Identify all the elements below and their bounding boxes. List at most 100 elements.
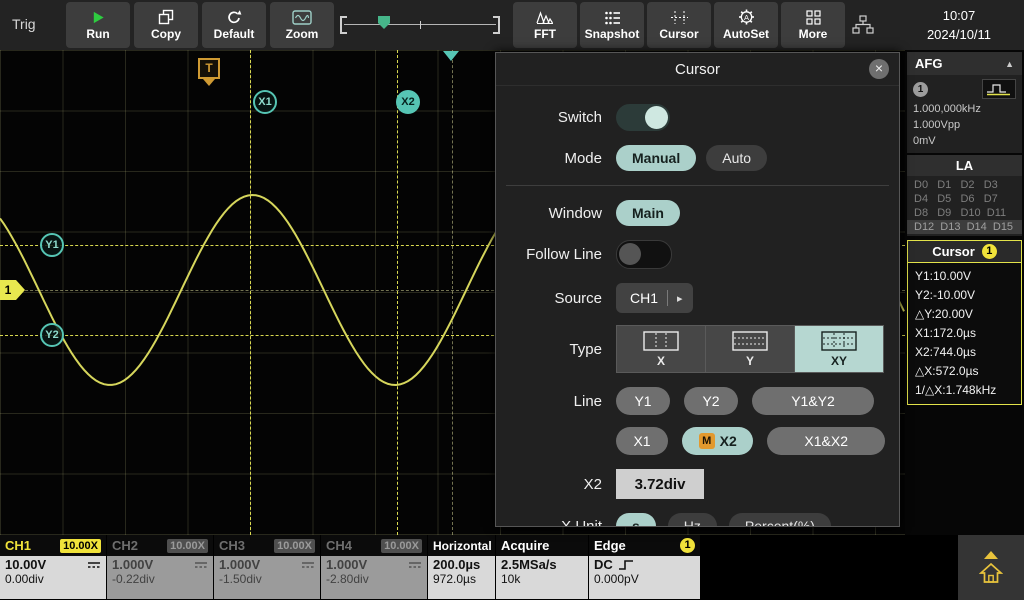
trigger-marker-tag[interactable]: T (198, 58, 220, 79)
switch-row: Switch (496, 104, 899, 131)
source-divider (667, 290, 668, 306)
line-y1-button[interactable]: Y1 (616, 387, 670, 415)
type-label: Type (496, 341, 616, 358)
type-x-label: X (657, 354, 665, 368)
cursor-y2-handle[interactable]: Y2 (40, 323, 64, 347)
afg-panel[interactable]: AFG ▲ 1 1.000,000kHz 1.000Vpp 0mV (907, 52, 1022, 153)
line-x1-button[interactable]: X1 (616, 427, 668, 455)
home-button[interactable] (958, 535, 1024, 600)
horizontal-position-ruler[interactable] (340, 13, 500, 37)
cursor-y1-handle[interactable]: Y1 (40, 233, 64, 257)
trigger-box[interactable]: Edge 1 DC 0.000pV (589, 535, 700, 599)
cursor-x1-line[interactable] (250, 50, 251, 535)
type-x-icon (643, 331, 679, 351)
cursor-x2-line[interactable] (397, 50, 398, 535)
run-button[interactable]: Run (66, 2, 130, 48)
acquire-box[interactable]: Acquire 2.5MSa/s 10k (496, 535, 588, 599)
zoom-button[interactable]: Zoom (270, 2, 334, 48)
type-x-button[interactable]: X (617, 326, 705, 372)
window-row: Window Main (496, 200, 899, 226)
x2-value-label: X2 (496, 476, 616, 493)
cursor-type-group: X Y XY (616, 325, 884, 373)
cursor-readout-header[interactable]: Cursor 1 (908, 241, 1021, 263)
default-button[interactable]: Default (202, 2, 266, 48)
cursor-label: Cursor (659, 27, 698, 41)
afg-title: AFG (915, 56, 942, 71)
ch1-ground-marker[interactable]: 1 (0, 280, 16, 300)
ch1-position: 0.00div (5, 572, 101, 586)
type-y-button[interactable]: Y (706, 326, 794, 372)
ch2-box[interactable]: CH2 10.00X 1.000V -0.22div (107, 535, 213, 599)
x2-value-input[interactable]: 3.72div (616, 469, 704, 499)
more-button[interactable]: More (781, 2, 845, 48)
copy-label: Copy (151, 27, 181, 41)
cursor-dialog-titlebar: Cursor × (496, 53, 899, 86)
horizontal-timebase: 200.0µs (433, 557, 490, 572)
readout-x1: X1:172.0µs (915, 324, 1014, 343)
type-xy-button[interactable]: XY (795, 326, 883, 372)
line-x1x2-button[interactable]: X1&X2 (767, 427, 885, 455)
ch1-scale: 10.00V (5, 557, 46, 572)
x-unit-hz-button[interactable]: Hz (668, 513, 717, 527)
y1-handle-label: Y1 (45, 239, 58, 251)
afg-pulse-thumbnail (982, 79, 1016, 99)
ch4-scale: 1.000V (326, 557, 367, 572)
ch4-name: CH4 (326, 538, 352, 553)
ch1-dc-coupling-icon (87, 560, 101, 570)
mode-row: Mode Manual Auto (496, 145, 899, 171)
readout-y1: Y1:10.00V (915, 267, 1014, 286)
svg-text:A: A (743, 13, 748, 22)
x-unit-percent-button[interactable]: Percent(%) (729, 513, 831, 527)
cursor-dialog: Cursor × Switch Mode Manual Auto Window … (495, 52, 900, 527)
x-unit-s-button[interactable]: s (616, 513, 656, 527)
cursor-button[interactable]: Cursor (647, 2, 711, 48)
la-panel[interactable]: LA D0 D1 D2 D3 D4 D5 D6 D7 D8 D9 D10 D11… (907, 155, 1022, 236)
follow-line-toggle[interactable] (616, 240, 672, 269)
line-x2-button[interactable]: M X2 (682, 427, 753, 455)
ch4-position: -2.80div (326, 572, 422, 586)
line-y1y2-button[interactable]: Y1&Y2 (752, 387, 874, 415)
ch1-box[interactable]: CH1 10.00X 10.00V 0.00div (0, 535, 106, 599)
trigger-position-marker[interactable] (378, 16, 390, 23)
type-row: Type X Y XY (496, 325, 899, 373)
horizontal-box[interactable]: Horizontal 200.0µs 972.0µs (428, 535, 495, 599)
cursor-x1-handle[interactable]: X1 (253, 90, 277, 114)
network-topology-icon[interactable] (852, 15, 874, 35)
mode-manual-button[interactable]: Manual (616, 145, 696, 171)
mode-auto-button[interactable]: Auto (706, 145, 767, 171)
ch3-scale: 1.000V (219, 557, 260, 572)
copy-button[interactable]: Copy (134, 2, 198, 48)
cursor-switch-toggle[interactable] (616, 104, 670, 131)
autoset-button[interactable]: A AutoSet (714, 2, 778, 48)
fft-label: FFT (534, 27, 556, 41)
la-body: D0 D1 D2 D3 D4 D5 D6 D7 D8 D9 D10 D11 D1… (907, 176, 1022, 236)
afg-offset: 0mV (913, 133, 1016, 149)
la-row-d12-d15: D12 D13 D14 D15 (907, 220, 1022, 234)
chevron-up-icon (984, 551, 998, 559)
ch4-box[interactable]: CH4 10.00X 1.000V -2.80div (321, 535, 427, 599)
autoset-label: AutoSet (723, 27, 769, 41)
trigger-time-marker[interactable] (443, 51, 459, 61)
cursor-readout-panel[interactable]: Cursor 1 Y1:10.00V Y2:-10.00V △Y:20.00V … (907, 240, 1022, 405)
ch3-box[interactable]: CH3 10.00X 1.000V -1.50div (214, 535, 320, 599)
ch4-probe-badge: 10.00X (381, 539, 422, 553)
cursor-x2-handle[interactable]: X2 (396, 90, 420, 114)
cursor-readout-title: Cursor (932, 244, 975, 259)
close-icon[interactable]: × (869, 59, 889, 79)
afg-collapse-icon[interactable]: ▲ (1005, 59, 1014, 69)
fft-button[interactable]: FFT (513, 2, 577, 48)
source-select[interactable]: CH1 ▸ (616, 283, 693, 313)
copy-icon (158, 9, 174, 25)
line-y2-button[interactable]: Y2 (684, 387, 738, 415)
window-main-button[interactable]: Main (616, 200, 680, 226)
trigger-header: Edge 1 (589, 535, 700, 556)
la-header[interactable]: LA (907, 155, 1022, 176)
la-row-d0-d3: D0 D1 D2 D3 (907, 178, 1022, 192)
afg-status-row: 1 (913, 79, 1016, 99)
horizontal-delay: 972.0µs (433, 572, 490, 586)
snapshot-button[interactable]: Snapshot (580, 2, 644, 48)
run-play-icon (91, 10, 106, 25)
afg-body: 1 1.000,000kHz 1.000Vpp 0mV (907, 75, 1022, 153)
cursor-crosshair-icon (670, 10, 689, 25)
afg-header[interactable]: AFG ▲ (907, 52, 1022, 75)
